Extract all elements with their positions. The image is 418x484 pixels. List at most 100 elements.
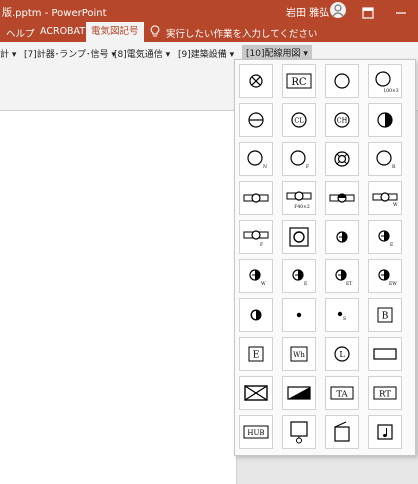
- tab-help[interactable]: ヘルプ: [6, 26, 35, 40]
- symbol-dot-s[interactable]: S: [325, 298, 359, 332]
- symbol-fluorescent-f[interactable]: F: [239, 220, 273, 254]
- ribbon-group-wiring[interactable]: [10]配線用図 ▾: [242, 45, 312, 60]
- symbol-distribution-board[interactable]: [282, 376, 316, 410]
- emergency-w-icon: W: [249, 269, 266, 287]
- pull-box-icon: [334, 421, 350, 442]
- symbol-l[interactable]: L: [325, 337, 359, 371]
- ribbon-group-building[interactable]: [9]建築設備 ▾: [178, 47, 234, 60]
- tab-acrobat[interactable]: ACROBAT: [40, 26, 85, 37]
- ribbon-tab-bar: ヘルプ ACROBAT 電気図記号 実行したい作業を入力してください: [0, 22, 418, 42]
- circle-n-icon: N: [247, 150, 267, 170]
- symbol-circle[interactable]: [325, 64, 359, 98]
- svg-text:L: L: [339, 350, 345, 359]
- symbol-emergency-w[interactable]: W: [239, 259, 273, 293]
- double-circle-icon: [334, 151, 350, 167]
- svg-text:E: E: [390, 242, 393, 248]
- emergency-e2-icon: E: [292, 269, 307, 287]
- cl-icon: CL: [291, 112, 307, 128]
- rc-box-icon: RC: [286, 73, 312, 89]
- user-name[interactable]: 岩田 雅弘: [286, 4, 329, 19]
- symbol-hub[interactable]: HUB: [239, 415, 273, 449]
- circle-bar-icon: [248, 112, 264, 128]
- symbol-emergency-et[interactable]: ET: [325, 259, 359, 293]
- fluorescent-f-icon: F: [243, 230, 269, 248]
- circle-r-icon: R: [376, 150, 396, 170]
- symbol-guide-light[interactable]: [239, 298, 273, 332]
- symbol-cl[interactable]: CL: [282, 103, 316, 137]
- symbol-fluorescent[interactable]: [239, 181, 273, 215]
- ribbon-group-meter[interactable]: 計 ▾: [0, 47, 16, 60]
- svg-text:W: W: [393, 202, 398, 208]
- dot-icon: [296, 312, 302, 318]
- tell-me-search[interactable]: 実行したい作業を入力してください: [166, 26, 317, 40]
- l-circle-icon: L: [334, 346, 350, 362]
- symbol-pull-box[interactable]: [325, 415, 359, 449]
- tab-electrical-symbols[interactable]: 電気図記号: [86, 22, 144, 42]
- symbol-chime[interactable]: [368, 415, 402, 449]
- svg-text:CH: CH: [337, 117, 348, 125]
- symbol-half-circle[interactable]: [368, 103, 402, 137]
- ribbon-group-instruments[interactable]: [7]計器･ランプ･信号 ▾: [24, 47, 116, 60]
- svg-text:F: F: [260, 242, 263, 248]
- symbol-fluorescent-half[interactable]: [325, 181, 359, 215]
- svg-text:E: E: [253, 351, 260, 361]
- square-circle-icon: [289, 227, 309, 247]
- symbol-e[interactable]: E: [239, 337, 273, 371]
- symbol-rt[interactable]: RT: [368, 376, 402, 410]
- symbol-ch[interactable]: CH: [325, 103, 359, 137]
- svg-text:E: E: [304, 281, 307, 287]
- svg-text:EW: EW: [389, 281, 397, 287]
- emergency-ew-icon: EW: [378, 269, 397, 287]
- minimize-icon[interactable]: [394, 4, 408, 16]
- symbol-circle-100x3[interactable]: 100×3: [368, 64, 402, 98]
- title-bar: 版.pptm - PowerPoint 岩田 雅弘: [0, 0, 418, 22]
- avatar[interactable]: [330, 2, 346, 18]
- symbol-circle-r[interactable]: R: [368, 142, 402, 176]
- symbol-grid: RC 100×3 CL CH N F R F40×2 W F E W E ET …: [239, 64, 415, 449]
- circle-100x3-icon: 100×3: [375, 71, 399, 94]
- symbol-emergency-e[interactable]: E: [368, 220, 402, 254]
- symbol-emergency-ew[interactable]: EW: [368, 259, 402, 293]
- svg-text:HUB: HUB: [247, 429, 264, 437]
- symbol-ta[interactable]: TA: [325, 376, 359, 410]
- symbol-outlet-pendant[interactable]: [282, 415, 316, 449]
- symbol-rc[interactable]: RC: [282, 64, 316, 98]
- symbol-emergency-e2[interactable]: E: [282, 259, 316, 293]
- ta-box-icon: TA: [330, 386, 354, 400]
- svg-text:F40×2: F40×2: [294, 204, 310, 210]
- window-title: 版.pptm - PowerPoint: [2, 8, 107, 19]
- symbol-wh[interactable]: Wh: [282, 337, 316, 371]
- svg-text:100×3: 100×3: [383, 88, 398, 94]
- symbol-emergency[interactable]: [325, 220, 359, 254]
- distribution-board-icon: [287, 386, 311, 400]
- symbol-circle-bar[interactable]: [239, 103, 273, 137]
- svg-text:S: S: [343, 316, 346, 322]
- symbol-circle-n[interactable]: N: [239, 142, 273, 176]
- ribbon-group-telecom[interactable]: [8]電気通信 ▾: [114, 47, 170, 60]
- fluorescent-half-icon: [329, 193, 355, 203]
- symbol-rectangle[interactable]: [368, 337, 402, 371]
- symbol-lamp[interactable]: [239, 64, 273, 98]
- svg-text:RC: RC: [291, 77, 307, 88]
- symbol-fluorescent-w[interactable]: W: [368, 181, 402, 215]
- svg-text:ET: ET: [346, 281, 352, 287]
- circle-icon: [334, 73, 350, 89]
- user-icon: [332, 4, 344, 17]
- svg-text:W: W: [261, 281, 266, 287]
- ch-icon: CH: [334, 112, 350, 128]
- symbol-crossed-box[interactable]: [239, 376, 273, 410]
- symbol-square-circle[interactable]: [282, 220, 316, 254]
- symbol-life-ring[interactable]: [325, 142, 359, 176]
- symbol-circle-f[interactable]: F: [282, 142, 316, 176]
- svg-text:RT: RT: [379, 390, 391, 400]
- emergency-light-icon: [336, 231, 348, 243]
- symbol-fluorescent-f40x2[interactable]: F40×2: [282, 181, 316, 215]
- slide[interactable]: [0, 111, 237, 484]
- crossed-box-icon: [244, 385, 268, 401]
- svg-text:Wh: Wh: [293, 351, 305, 359]
- half-filled-circle-icon: [377, 112, 393, 128]
- symbol-dot[interactable]: [282, 298, 316, 332]
- symbol-b[interactable]: B: [368, 298, 402, 332]
- svg-text:R: R: [392, 164, 396, 170]
- ribbon-display-options-icon[interactable]: [362, 4, 374, 19]
